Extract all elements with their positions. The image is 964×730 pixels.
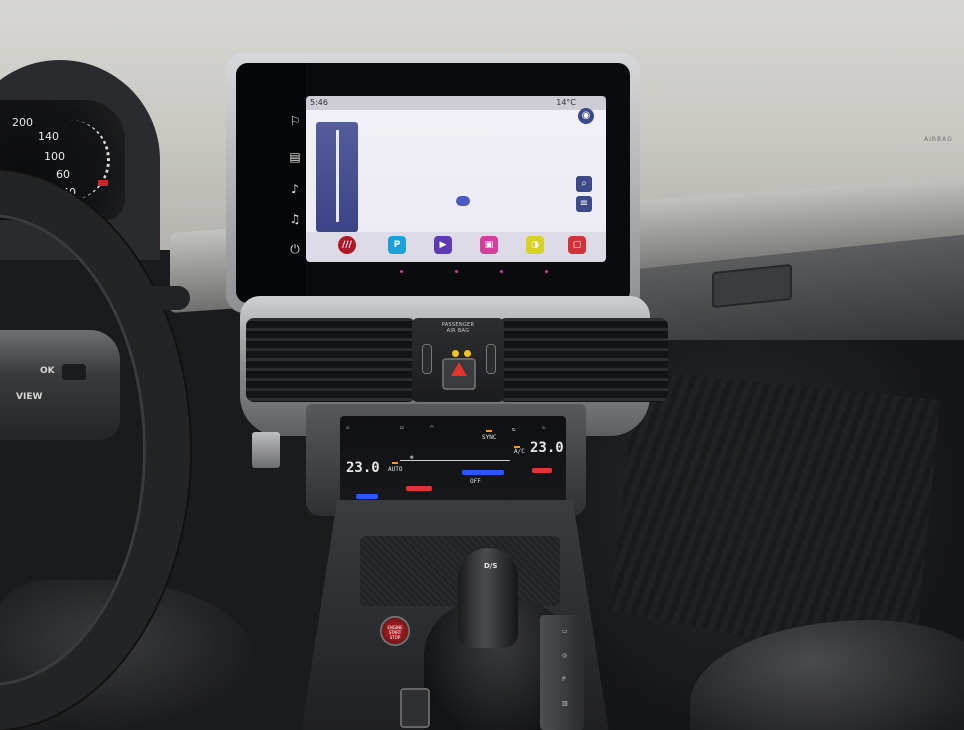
map-settings-icon[interactable]: ◉ <box>578 108 594 124</box>
power-icon[interactable]: ⏻ <box>286 240 304 258</box>
steering-wheel-spoke <box>0 330 120 440</box>
speed-mark-60: 60 <box>56 168 70 181</box>
recirculation-icon[interactable]: ↻ <box>512 426 516 433</box>
page-dot <box>545 270 548 273</box>
page-dot <box>500 270 503 273</box>
seat-heat-right-icon[interactable]: ♨ <box>542 424 546 431</box>
steering-view-button[interactable]: VIEW <box>16 392 42 402</box>
sync-label[interactable]: SYNC <box>482 434 496 441</box>
gear-label: D/S <box>484 562 498 570</box>
right-vent-knob[interactable] <box>486 344 496 374</box>
auto-indicator <box>392 462 398 464</box>
right-temperature: 23.0 <box>530 440 564 456</box>
bluetooth-app-icon[interactable]: ◑ <box>526 236 544 254</box>
front-defrost-icon[interactable]: ◠ <box>430 424 434 431</box>
rear-defrost-icon[interactable]: ▭ <box>400 424 404 431</box>
speed-mark-200: 200 <box>12 116 33 129</box>
hazard-icon <box>451 362 467 376</box>
flag-icon[interactable]: ⚐ <box>286 112 304 130</box>
passenger-airbag-label: PASSENGER AIR BAG <box>420 322 496 334</box>
left-vent-knob[interactable] <box>422 344 432 374</box>
media-icon[interactable]: ▤ <box>286 148 304 166</box>
navigation-route-panel[interactable] <box>316 122 358 232</box>
map-search-icon[interactable]: ⌕ <box>576 176 592 192</box>
play-app-icon[interactable]: ▶ <box>434 236 452 254</box>
gauge-redline <box>98 180 108 186</box>
status-bar: 5:46 14°C <box>306 96 606 110</box>
steering-ok-button[interactable]: OK <box>40 366 55 376</box>
volume-down-icon[interactable]: ♫ <box>286 210 304 228</box>
seat-heat-left-icon[interactable]: ♨ <box>346 424 350 431</box>
speed-mark-100: 100 <box>44 150 65 163</box>
map-menu-icon[interactable]: ≡ <box>576 196 592 212</box>
ac-indicator <box>514 446 520 448</box>
speed-mark-140: 140 <box>38 130 59 143</box>
switch-icon[interactable]: ▭ <box>562 628 568 635</box>
photo-app-icon[interactable]: ▣ <box>480 236 498 254</box>
parking-brake-switch[interactable] <box>400 688 430 728</box>
status-time: 5:46 <box>310 98 328 107</box>
left-temperature: 23.0 <box>346 460 380 476</box>
left-temp-heat-bar <box>406 486 432 491</box>
right-temp-heat-bar <box>532 468 552 473</box>
airbag-off-lamp <box>452 350 459 357</box>
camera-app-icon[interactable]: ▢ <box>568 236 586 254</box>
parking-app-icon[interactable]: P <box>388 236 406 254</box>
location-marker-icon <box>456 196 470 206</box>
airbag-label-line2: AIR BAG <box>446 328 470 334</box>
ac-label[interactable]: A/C <box>514 448 525 455</box>
off-label[interactable]: OFF <box>470 478 481 485</box>
dead-pedal <box>252 432 280 468</box>
brand-app-icon[interactable]: /// <box>338 236 356 254</box>
airbag-on-lamp <box>464 350 471 357</box>
switch-icon[interactable]: P <box>562 676 566 683</box>
right-temp-cool-bar <box>462 470 504 475</box>
left-air-vent[interactable] <box>246 318 416 402</box>
status-temperature: 14°C <box>556 98 576 107</box>
wiper-stalk[interactable] <box>130 286 190 310</box>
start-stop-label: ENGINE START STOP <box>387 625 403 640</box>
fan-speed-slider[interactable] <box>400 460 510 461</box>
page-dot <box>400 270 403 273</box>
left-temp-cool-bar <box>356 494 378 499</box>
auto-label[interactable]: AUTO <box>388 466 402 473</box>
switch-icon[interactable]: ◎ <box>562 652 567 659</box>
switch-icon[interactable]: ▥ <box>562 700 568 707</box>
page-dot <box>455 270 458 273</box>
dashboard-airbag-mark: AIRBAG <box>924 136 953 143</box>
steering-mode-button[interactable] <box>62 364 86 380</box>
sync-indicator <box>486 430 492 432</box>
right-air-vent[interactable] <box>498 318 668 402</box>
volume-up-icon[interactable]: ♪ <box>286 180 304 198</box>
car-interior-photo: AIRBAG 200 140 100 60 40 ⚐ ▤ ♪ ♫ ⏻ 5:46 … <box>0 0 964 730</box>
